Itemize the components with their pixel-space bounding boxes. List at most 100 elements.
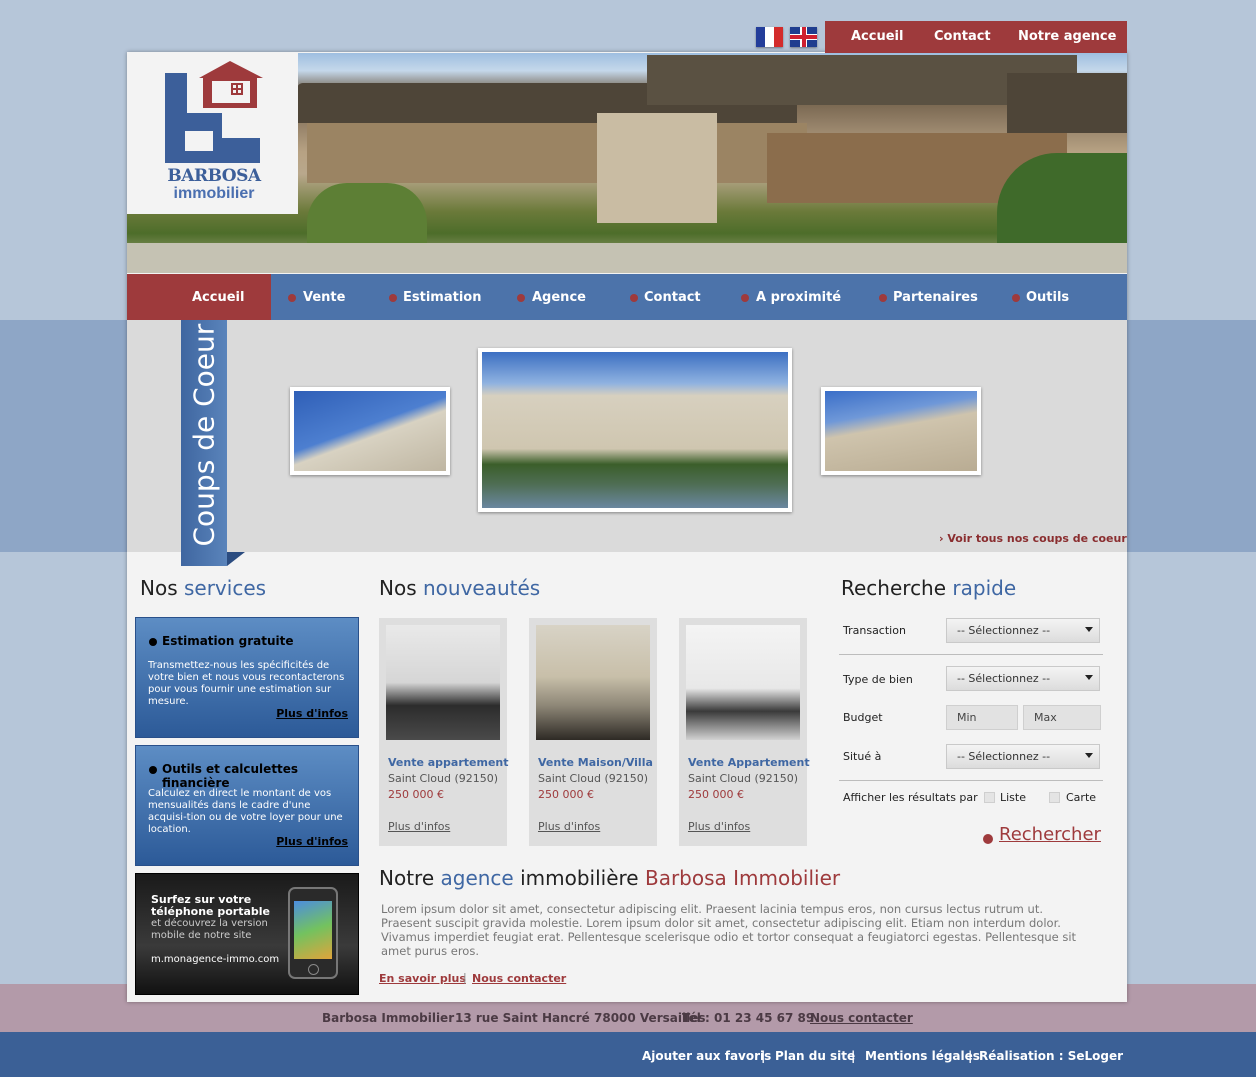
- search-bullet-icon: [983, 834, 993, 844]
- footer-sitemap-link[interactable]: Plan du site: [775, 1049, 855, 1063]
- french-flag-icon[interactable]: [756, 27, 783, 47]
- list-view-checkbox[interactable]: [984, 792, 995, 803]
- news-item-more-link[interactable]: Plus d'infos: [688, 820, 750, 833]
- nav-contact[interactable]: Contact: [644, 290, 701, 305]
- footer-address: 13 rue Saint Hancré 78000 Versailles: [455, 1011, 706, 1025]
- nav-accueil[interactable]: Accueil: [192, 290, 244, 305]
- service-more-link[interactable]: Plus d'infos: [276, 835, 348, 848]
- footer-legal-link[interactable]: Mentions légales: [865, 1049, 980, 1063]
- see-all-featured-link[interactable]: › Voir tous nos coups de coeur: [939, 532, 1127, 545]
- featured-thumb-main[interactable]: [478, 348, 792, 512]
- top-nav-contact[interactable]: Contact: [934, 29, 991, 44]
- news-item-2[interactable]: Vente Maison/Villa Saint Cloud (92150) 2…: [529, 618, 657, 846]
- nav-vente[interactable]: Vente: [303, 290, 345, 305]
- map-view-label: Carte: [1066, 791, 1097, 804]
- bullet-icon: [149, 766, 157, 774]
- agency-description: Lorem ipsum dolor sit amet, consectetur …: [381, 902, 1077, 958]
- top-nav: Accueil Contact Notre agence: [825, 21, 1127, 53]
- footer-separator: |: [761, 1049, 766, 1063]
- bullet-icon: [149, 638, 157, 646]
- service-card-title: Estimation gratuite: [162, 634, 294, 648]
- mobile-banner-line4: mobile de notre site: [151, 930, 252, 941]
- top-nav-notre-agence[interactable]: Notre agence: [1018, 29, 1116, 44]
- footer-separator: |: [851, 1049, 856, 1063]
- main-nav: Accueil Vente Estimation Agence Contact …: [127, 274, 1127, 320]
- news-item-more-link[interactable]: Plus d'infos: [388, 820, 450, 833]
- budget-min-input[interactable]: Min: [946, 705, 1018, 730]
- services-title: Nos services: [140, 576, 267, 600]
- list-view-label: Liste: [1000, 791, 1026, 804]
- service-more-link[interactable]: Plus d'infos: [276, 707, 348, 720]
- news-item-location: Saint Cloud (92150): [688, 772, 799, 785]
- location-label: Situé à: [843, 750, 882, 763]
- nav-bullet-icon: [389, 294, 397, 302]
- footer-separator: |: [968, 1049, 973, 1063]
- location-select[interactable]: -- Sélectionnez --: [946, 744, 1100, 769]
- nav-bullet-icon: [630, 294, 638, 302]
- footer-favorites-link[interactable]: Ajouter aux favoris: [642, 1049, 771, 1063]
- mobile-banner-line2: téléphone portable: [151, 905, 270, 918]
- nav-a-proximite[interactable]: A proximité: [756, 290, 841, 305]
- news-item-location: Saint Cloud (92150): [538, 772, 649, 785]
- logo-name: BARBOSA: [167, 166, 261, 186]
- news-item-3[interactable]: Vente Appartement Saint Cloud (92150) 25…: [679, 618, 810, 846]
- nav-bullet-icon: [517, 294, 525, 302]
- nav-bullet-icon: [1012, 294, 1020, 302]
- nav-estimation[interactable]: Estimation: [403, 290, 481, 305]
- nav-partenaires[interactable]: Partenaires: [893, 290, 978, 305]
- smartphone-icon: [288, 887, 338, 979]
- chevron-down-icon: [1085, 753, 1093, 758]
- nav-bullet-icon: [879, 294, 887, 302]
- footer-credits-link[interactable]: Réalisation : SeLoger: [979, 1049, 1123, 1063]
- footer-contact-link[interactable]: Nous contacter: [810, 1011, 913, 1025]
- footer-phone: Tél : 01 23 45 67 89: [682, 1011, 815, 1025]
- link-separator: |: [463, 971, 467, 984]
- search-title: Recherche rapide: [841, 576, 1017, 600]
- top-nav-accueil[interactable]: Accueil: [851, 29, 903, 44]
- search-button[interactable]: Rechercher: [999, 824, 1101, 845]
- transaction-label: Transaction: [843, 624, 906, 637]
- featured-thumb-left[interactable]: [290, 387, 450, 475]
- service-card-estimation[interactable]: Estimation gratuite Transmettez-nous les…: [135, 617, 359, 738]
- budget-max-input[interactable]: Max: [1023, 705, 1101, 730]
- divider: [839, 780, 1103, 781]
- map-view-checkbox[interactable]: [1049, 792, 1060, 803]
- chevron-down-icon: [1085, 627, 1093, 632]
- mobile-banner-url: m.monagence-immo.com: [151, 954, 280, 965]
- nav-agence[interactable]: Agence: [532, 290, 586, 305]
- news-item-title[interactable]: Vente Maison/Villa: [538, 756, 653, 769]
- nav-bullet-icon: [288, 294, 296, 302]
- property-type-select[interactable]: -- Sélectionnez --: [946, 666, 1100, 691]
- contact-us-link[interactable]: Nous contacter: [472, 972, 566, 985]
- footer-company-name: Barbosa Immobilier: [322, 1011, 455, 1025]
- news-item-more-link[interactable]: Plus d'infos: [538, 820, 600, 833]
- news-title: Nos nouveautés: [379, 576, 541, 600]
- english-flag-icon[interactable]: [790, 27, 817, 47]
- news-item-title[interactable]: Vente appartement: [388, 756, 509, 769]
- news-item-title[interactable]: Vente Appartement: [688, 756, 810, 769]
- display-mode-label: Afficher les résultats par: [843, 791, 978, 804]
- service-card-tools[interactable]: Outils et calculettes financière Calcule…: [135, 745, 359, 866]
- news-item-1[interactable]: Vente appartement Saint Cloud (92150) 25…: [379, 618, 509, 846]
- news-item-photo: [536, 625, 650, 740]
- news-item-price: 250 000 €: [688, 788, 744, 801]
- mobile-site-banner[interactable]: Surfez sur votre téléphone portable et d…: [135, 873, 359, 995]
- news-item-location: Saint Cloud (92150): [388, 772, 499, 785]
- transaction-select[interactable]: -- Sélectionnez --: [946, 618, 1100, 643]
- service-card-desc: Transmettez-nous les spécificités de vot…: [148, 660, 345, 707]
- agency-title: Notre agence immobilière Barbosa Immobil…: [379, 866, 841, 890]
- news-item-price: 250 000 €: [388, 788, 444, 801]
- learn-more-link[interactable]: En savoir plus: [379, 972, 466, 985]
- budget-label: Budget: [843, 711, 883, 724]
- featured-thumb-right[interactable]: [821, 387, 981, 475]
- chevron-down-icon: [1085, 675, 1093, 680]
- news-item-price: 250 000 €: [538, 788, 594, 801]
- service-card-title: Outils et calculettes financière: [162, 762, 299, 790]
- service-card-desc: Calculez en direct le montant de vos men…: [148, 788, 343, 835]
- featured-ribbon-label: Coups de Coeur: [187, 323, 221, 547]
- divider: [839, 654, 1103, 655]
- ribbon-fold: [227, 552, 245, 566]
- mobile-banner-line3: et découvrez la version: [151, 918, 268, 929]
- property-type-label: Type de bien: [843, 673, 913, 686]
- nav-outils[interactable]: Outils: [1026, 290, 1069, 305]
